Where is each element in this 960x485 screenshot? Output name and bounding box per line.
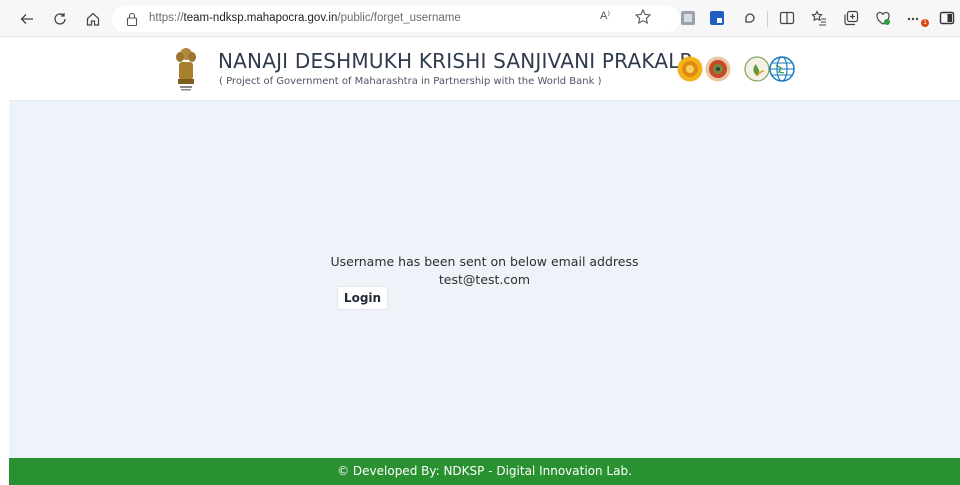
home-button[interactable] (83, 9, 103, 29)
national-emblem-icon (176, 48, 196, 91)
extensions-puzzle-icon[interactable] (742, 10, 758, 26)
site-footer: © Developed By: NDKSP - Digital Innovati… (9, 458, 960, 485)
site-title: NANAJI DESHMUKH KRISHI SANJIVANI PRAKALP (218, 49, 692, 73)
confirmation-message: Username has been sent on below email ad… (330, 254, 639, 269)
extension-blue-icon[interactable] (709, 10, 725, 26)
pocra-logo-icon (744, 56, 770, 82)
split-screen-icon[interactable] (779, 10, 795, 26)
url-prefix: https:// (149, 12, 184, 24)
notification-badge: 1 (921, 19, 929, 27)
site-header: NANAJI DESHMUKH KRISHI SANJIVANI PRAKALP… (9, 37, 960, 101)
main-content: Username has been sent on below email ad… (9, 101, 960, 458)
back-button[interactable] (17, 9, 37, 29)
browser-essentials-icon[interactable] (875, 10, 891, 26)
login-button[interactable]: Login (337, 286, 388, 310)
home-icon (86, 12, 100, 26)
more-options-icon[interactable] (906, 10, 922, 26)
agriculture-dept-logo-icon (705, 56, 731, 82)
arrow-left-icon (20, 14, 33, 24)
read-aloud-icon[interactable]: A⁾ (600, 9, 610, 22)
refresh-icon (54, 13, 66, 25)
world-bank-logo-icon (769, 56, 795, 82)
site-subtitle: ( Project of Government of Maharashtra i… (219, 76, 602, 87)
lock-icon[interactable] (125, 11, 139, 27)
email-address: test@test.com (438, 272, 531, 287)
refresh-button[interactable] (50, 9, 70, 29)
maharashtra-seal-icon (677, 56, 703, 82)
address-bar[interactable]: https://team-ndksp.mahapocra.gov.in/publ… (112, 6, 680, 32)
favorite-star-icon[interactable] (634, 8, 652, 26)
url-path: /public/forget_username (337, 12, 461, 24)
toolbar-divider (767, 11, 768, 27)
url-text[interactable]: https://team-ndksp.mahapocra.gov.in/publ… (149, 12, 461, 24)
collections-icon[interactable] (843, 10, 859, 26)
sidebar-toggle-icon[interactable] (939, 10, 955, 26)
browser-toolbar: https://team-ndksp.mahapocra.gov.in/publ… (0, 0, 960, 37)
favorites-icon[interactable] (811, 10, 827, 26)
extension-gray-icon[interactable] (680, 10, 696, 26)
url-host: team-ndksp.mahapocra.gov.in (183, 12, 338, 24)
